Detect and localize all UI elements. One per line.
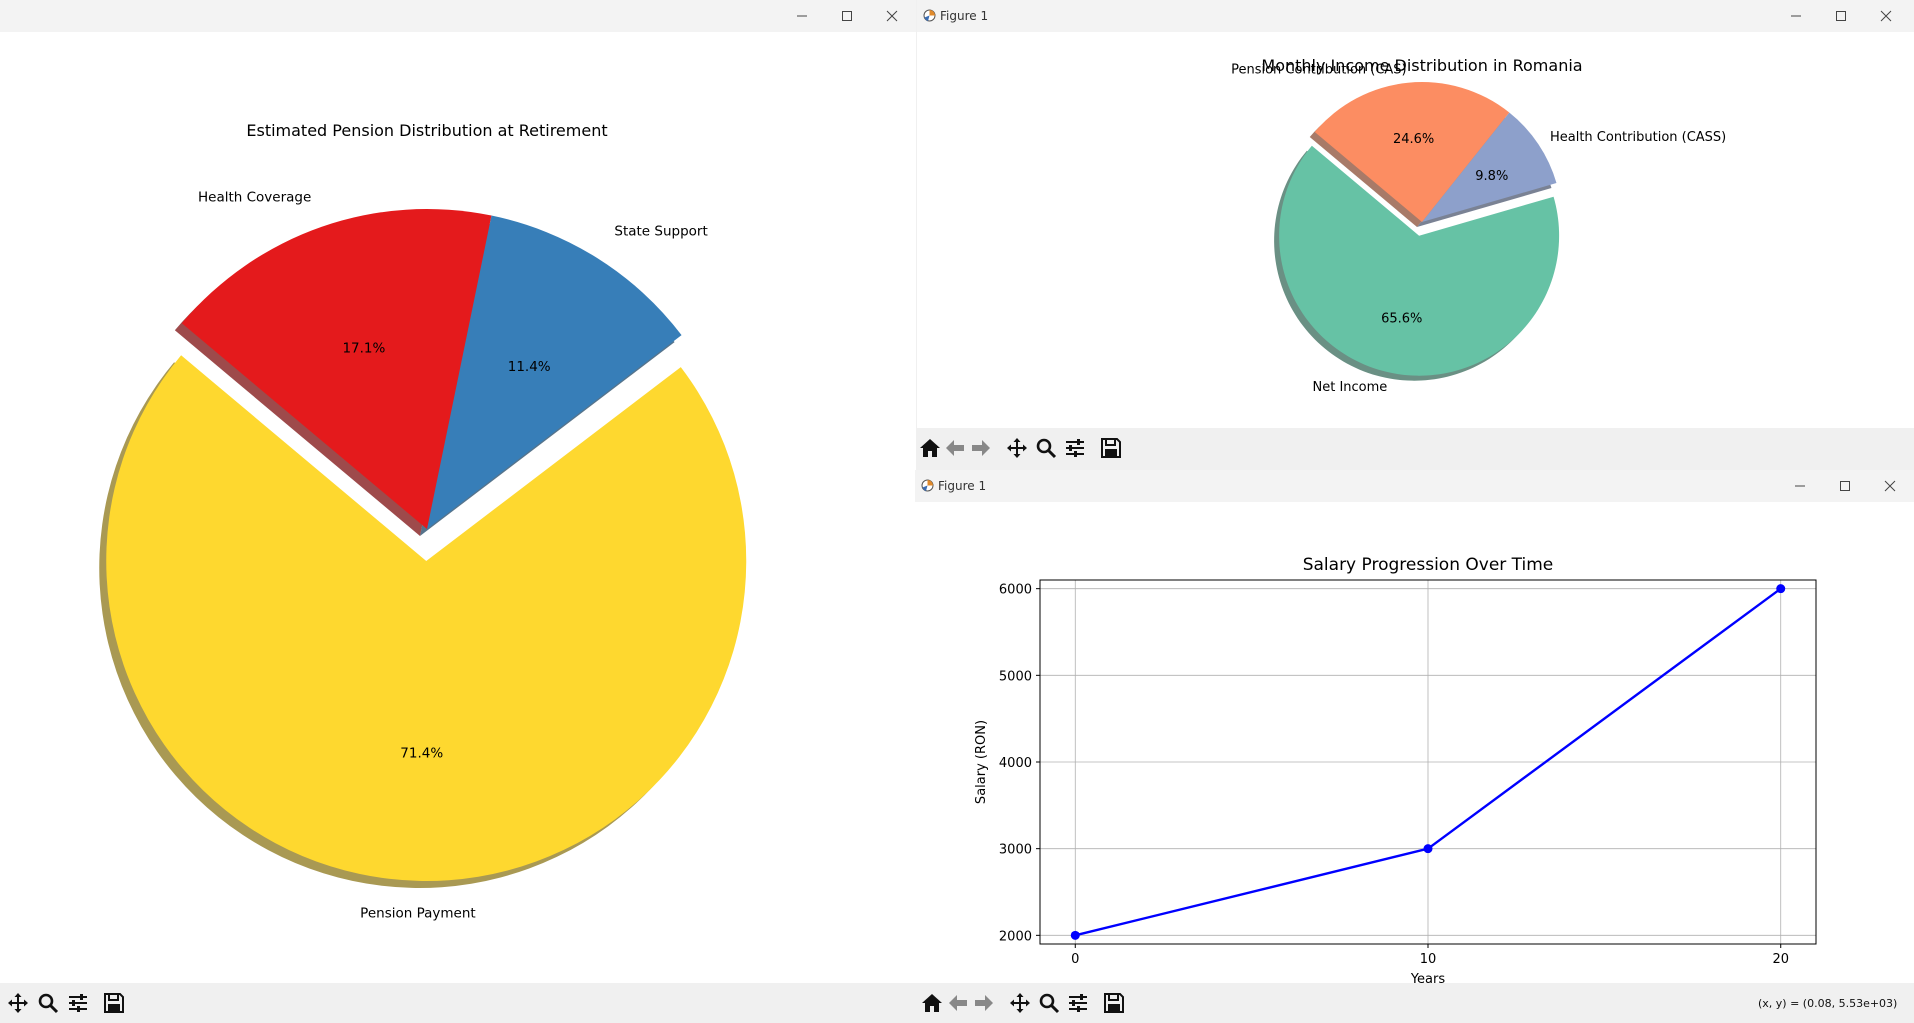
home-icon[interactable]	[918, 436, 942, 460]
bottom-right-titlebar: Figure 1	[915, 470, 1914, 502]
close-icon[interactable]	[1880, 476, 1900, 496]
save-icon[interactable]	[1102, 991, 1126, 1015]
configure-icon[interactable]	[66, 991, 90, 1015]
pct-label: 65.6%	[1381, 311, 1422, 326]
pct-label: 71.4%	[400, 746, 443, 762]
left-figure-window: Estimated Pension Distribution at Retire…	[0, 0, 916, 1023]
top-right-toolbar	[917, 428, 1914, 468]
matplotlib-icon	[923, 9, 936, 22]
close-icon[interactable]	[1876, 6, 1896, 26]
pct-label: 17.1%	[342, 340, 385, 356]
data-point	[1423, 844, 1433, 854]
minimize-icon[interactable]	[1790, 476, 1810, 496]
forward-icon[interactable]	[972, 991, 996, 1015]
slice-label: State Support	[614, 224, 707, 240]
x-tick-label: 0	[1071, 952, 1079, 967]
data-point	[1776, 584, 1786, 594]
zoom-icon[interactable]	[36, 991, 60, 1015]
pension-pie-chart: Estimated Pension Distribution at Retire…	[99, 121, 747, 922]
chart-title: Estimated Pension Distribution at Retire…	[246, 121, 607, 140]
pan-icon[interactable]	[1005, 436, 1029, 460]
save-icon[interactable]	[1099, 436, 1123, 460]
zoom-icon[interactable]	[1034, 436, 1058, 460]
maximize-icon[interactable]	[1831, 6, 1851, 26]
x-tick-label: 20	[1772, 952, 1789, 967]
back-icon[interactable]	[946, 991, 970, 1015]
zoom-icon[interactable]	[1037, 991, 1061, 1015]
y-axis-label: Salary (RON)	[974, 720, 989, 804]
pct-label: 24.6%	[1393, 132, 1434, 147]
slice-label: Health Coverage	[198, 189, 311, 205]
x-axis-label: Years	[1410, 972, 1446, 983]
left-toolbar	[0, 983, 916, 1023]
income-pie-chart: Monthly Income Distribution in Romania65…	[1231, 56, 1726, 395]
y-tick-label: 6000	[999, 583, 1032, 598]
minimize-icon[interactable]	[1786, 6, 1806, 26]
x-tick-label: 10	[1420, 952, 1437, 967]
slice-label: Pension Contribution (CAS)	[1231, 62, 1407, 77]
configure-icon[interactable]	[1066, 991, 1090, 1015]
cursor-coordinates: (x, y) = (0.08, 5.53e+03)	[1758, 997, 1898, 1010]
pct-label: 11.4%	[508, 359, 551, 375]
back-icon[interactable]	[943, 436, 967, 460]
chart-title: Salary Progression Over Time	[1303, 555, 1554, 575]
window-title: Figure 1	[940, 9, 989, 23]
slice-label: Pension Payment	[360, 906, 476, 922]
data-point	[1070, 930, 1080, 940]
top-right-titlebar: Figure 1	[917, 0, 1914, 32]
configure-icon[interactable]	[1063, 436, 1087, 460]
slice-label: Net Income	[1313, 380, 1388, 395]
slice-label: Health Contribution (CASS)	[1550, 130, 1726, 145]
window-title: Figure 1	[938, 479, 987, 493]
home-icon[interactable]	[920, 991, 944, 1015]
pan-icon[interactable]	[6, 991, 30, 1015]
pan-icon[interactable]	[1008, 991, 1032, 1015]
maximize-icon[interactable]	[1835, 476, 1855, 496]
minimize-icon[interactable]	[792, 6, 812, 26]
bottom-right-figure-window: Figure 1 Salary Progression Over Time 0 10…	[915, 470, 1914, 1023]
y-tick-label: 5000	[999, 669, 1032, 684]
y-tick-label: 2000	[999, 929, 1032, 944]
top-right-figure-window: Figure 1 Monthly Income Distribution in …	[917, 0, 1914, 468]
y-tick-label: 3000	[999, 843, 1032, 858]
salary-line-chart: Salary Progression Over Time 0 10 20 2000 300…	[974, 555, 1817, 983]
close-icon[interactable]	[882, 6, 902, 26]
maximize-icon[interactable]	[837, 6, 857, 26]
y-tick-label: 4000	[999, 756, 1032, 771]
matplotlib-icon	[921, 479, 934, 492]
left-titlebar	[0, 0, 916, 32]
bottom-right-toolbar: (x, y) = (0.08, 5.53e+03)	[915, 983, 1914, 1023]
forward-icon[interactable]	[969, 436, 993, 460]
pct-label: 9.8%	[1475, 169, 1508, 184]
save-icon[interactable]	[102, 991, 126, 1015]
